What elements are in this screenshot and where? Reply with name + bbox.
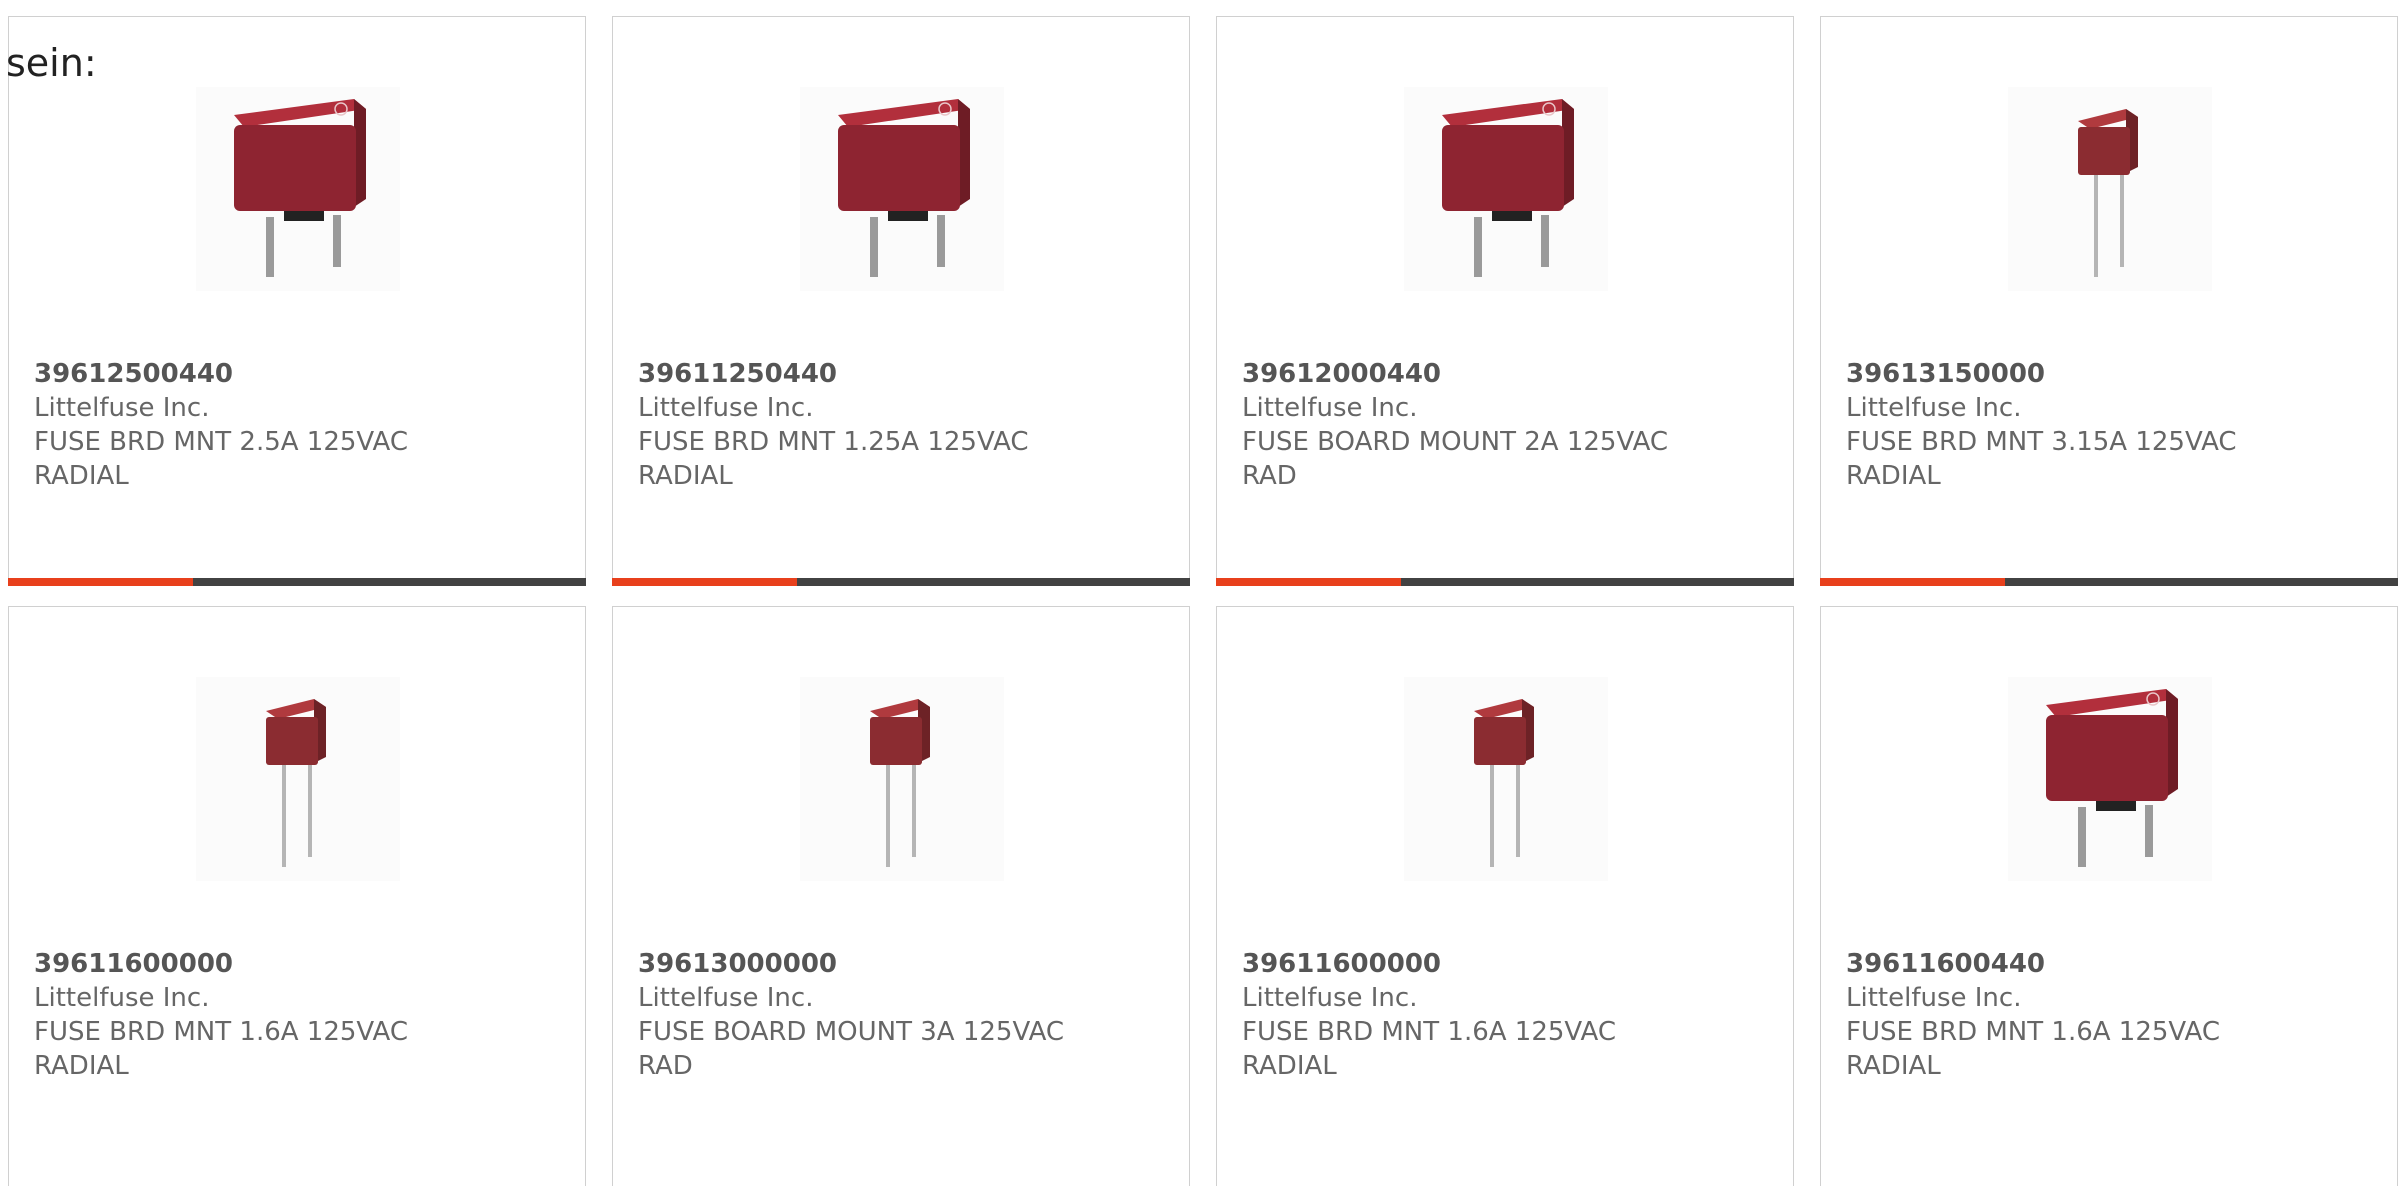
part-number[interactable]: 39611600000 [1242,947,1773,981]
product-description: FUSE BRD MNT 1.6A 125VAC RADIAL [34,1017,409,1081]
product-image[interactable] [1404,87,1608,291]
product-card[interactable]: 39613000000 Littelfuse Inc. FUSE BOARD M… [612,606,1190,1186]
manufacturer: Littelfuse Inc. [638,983,814,1013]
manufacturer: Littelfuse Inc. [34,393,210,423]
product-image[interactable] [800,87,1004,291]
progress-bar-fill [1216,578,1401,586]
progress-bar [1820,578,2398,586]
part-number[interactable]: 39612000440 [1242,357,1773,391]
lead-text: sein: [6,41,97,85]
manufacturer: Littelfuse Inc. [1242,393,1418,423]
part-number[interactable]: 39611600440 [1846,947,2377,981]
product-card[interactable]: 39612500440 Littelfuse Inc. FUSE BRD MNT… [8,16,586,586]
manufacturer: Littelfuse Inc. [34,983,210,1013]
progress-bar-fill [612,578,797,586]
product-info: 39613150000 Littelfuse Inc. FUSE BRD MNT… [1846,357,2377,493]
product-info: 39611600000 Littelfuse Inc. FUSE BRD MNT… [1242,947,1773,1083]
product-image[interactable] [196,677,400,881]
product-image[interactable] [800,677,1004,881]
product-image[interactable] [1404,677,1608,881]
product-image[interactable] [196,87,400,291]
part-number[interactable]: 39613000000 [638,947,1169,981]
product-description: FUSE BRD MNT 3.15A 125VAC RADIAL [1846,427,2237,491]
manufacturer: Littelfuse Inc. [1846,393,2022,423]
product-info: 39611600440 Littelfuse Inc. FUSE BRD MNT… [1846,947,2377,1083]
product-card[interactable]: 39612000440 Littelfuse Inc. FUSE BOARD M… [1216,16,1794,586]
part-number[interactable]: 39611250440 [638,357,1169,391]
product-card[interactable]: 39611600000 Littelfuse Inc. FUSE BRD MNT… [1216,606,1794,1186]
progress-bar [1216,578,1794,586]
product-image[interactable] [2008,677,2212,881]
product-description: FUSE BRD MNT 2.5A 125VAC RADIAL [34,427,409,491]
product-description: FUSE BRD MNT 1.6A 125VAC RADIAL [1242,1017,1617,1081]
product-description: FUSE BRD MNT 1.6A 125VAC RADIAL [1846,1017,2221,1081]
product-image[interactable] [2008,87,2212,291]
product-card[interactable]: 39613150000 Littelfuse Inc. FUSE BRD MNT… [1820,16,2398,586]
part-number[interactable]: 39613150000 [1846,357,2377,391]
part-number[interactable]: 39612500440 [34,357,565,391]
manufacturer: Littelfuse Inc. [638,393,814,423]
progress-bar [8,578,586,586]
product-info: 39612000440 Littelfuse Inc. FUSE BOARD M… [1242,357,1773,493]
progress-bar-fill [8,578,193,586]
product-info: 39611250440 Littelfuse Inc. FUSE BRD MNT… [638,357,1169,493]
manufacturer: Littelfuse Inc. [1846,983,2022,1013]
product-grid: 39612500440 Littelfuse Inc. FUSE BRD MNT… [0,0,2400,1186]
progress-bar-fill [1820,578,2005,586]
product-info: 39612500440 Littelfuse Inc. FUSE BRD MNT… [34,357,565,493]
product-info: 39611600000 Littelfuse Inc. FUSE BRD MNT… [34,947,565,1083]
progress-bar [612,578,1190,586]
product-description: FUSE BOARD MOUNT 3A 125VAC RAD [638,1017,1065,1081]
product-description: FUSE BRD MNT 1.25A 125VAC RADIAL [638,427,1029,491]
product-info: 39613000000 Littelfuse Inc. FUSE BOARD M… [638,947,1169,1083]
part-number[interactable]: 39611600000 [34,947,565,981]
product-card[interactable]: 39611250440 Littelfuse Inc. FUSE BRD MNT… [612,16,1190,586]
manufacturer: Littelfuse Inc. [1242,983,1418,1013]
product-card[interactable]: 39611600000 Littelfuse Inc. FUSE BRD MNT… [8,606,586,1186]
product-description: FUSE BOARD MOUNT 2A 125VAC RAD [1242,427,1669,491]
product-card[interactable]: 39611600440 Littelfuse Inc. FUSE BRD MNT… [1820,606,2398,1186]
